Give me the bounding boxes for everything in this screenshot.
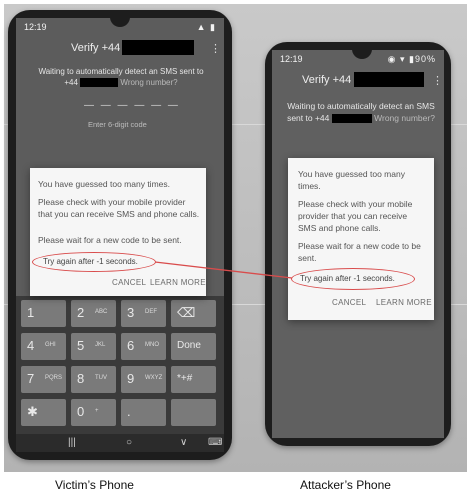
redacted-number-inline: [331, 114, 372, 124]
status-icons: ◉ ▾ ▮90%: [387, 54, 436, 64]
keypad-key[interactable]: 0 +: [71, 399, 116, 426]
key-digit: 0: [77, 404, 85, 419]
verify-title: Verify +44: [302, 74, 352, 86]
cancel-button[interactable]: CANCEL: [112, 278, 146, 287]
key-digit: .: [127, 404, 131, 419]
key-digit: Done: [177, 340, 201, 351]
waiting-line-2: +44 Wrong number?: [64, 78, 178, 88]
keypad-key[interactable]: 7 PQRS: [21, 366, 66, 393]
waiting-line-1: Waiting to automatically detect an SMS s…: [38, 67, 204, 76]
status-icons: ▲ ▮: [196, 22, 216, 32]
redacted-phone-number: [354, 72, 424, 87]
back-icon[interactable]: ∨: [180, 437, 187, 448]
victim-caption: Victim’s Phone: [55, 478, 134, 492]
attacker-status-bar: 12:19 ◉ ▾ ▮90%: [272, 50, 444, 68]
keypad-key[interactable]: ✱: [21, 399, 66, 426]
waiting-line-2: sent to +44 Wrong number?: [287, 113, 435, 124]
recents-icon[interactable]: |||: [68, 437, 76, 448]
dialog-too-many-guesses: You have guessed too many times.: [38, 179, 170, 189]
keypad-key[interactable]: 9 WXYZ: [121, 366, 166, 393]
dialog-check-provider: Please check with your mobile provider t…: [38, 197, 200, 219]
code-hint: Enter 6-digit code: [88, 120, 147, 129]
attacker-rate-limit-dialog: You have guessed too many times. Please …: [288, 158, 434, 320]
key-digit: 4: [27, 338, 35, 353]
key-digit: 6: [127, 338, 135, 353]
dialog-wait-new-code: Please wait for a new code to be sent.: [38, 235, 182, 245]
waiting-line-1: Waiting to automatically detect an SMS: [287, 101, 435, 111]
keypad-key[interactable]: .: [121, 399, 166, 426]
code-input[interactable]: — — — — — —: [84, 100, 180, 111]
keypad-key[interactable]: *+#: [171, 366, 216, 393]
redacted-phone-number: [122, 40, 194, 55]
more-options-icon[interactable]: ⋮: [432, 74, 443, 87]
retry-countdown-text: Try again after -1 seconds.: [300, 274, 395, 283]
key-digit: 2: [77, 305, 85, 320]
attacker-app-bar: Verify +44 ⋮: [272, 68, 444, 94]
key-digit: 8: [77, 371, 85, 386]
key-letters: PQRS: [45, 375, 63, 381]
key-letters: +: [95, 408, 99, 414]
retry-countdown-text: Try again after -1 seconds.: [43, 257, 138, 266]
attacker-caption: Attacker’s Phone: [300, 478, 391, 492]
navigation-bar: ||| ○ ∨ ⌨: [16, 434, 224, 452]
wrong-number-link[interactable]: Wrong number?: [374, 113, 435, 123]
key-digit: ⌫: [177, 305, 196, 320]
key-letters: DEF: [145, 309, 157, 315]
keypad-key[interactable]: 2 ABC: [71, 300, 116, 327]
key-digit: 1: [27, 305, 35, 320]
waiting-message: Waiting to automatically detect an SMS s…: [286, 100, 436, 124]
retry-annotation-circle: Try again after -1 seconds.: [291, 268, 415, 290]
wrong-number-link[interactable]: Wrong number?: [120, 78, 177, 87]
key-letters: ABC: [95, 309, 108, 315]
learn-more-button[interactable]: LEARN MORE: [376, 298, 432, 307]
keypad-key[interactable]: [171, 399, 216, 426]
verify-title: Verify +44: [71, 42, 121, 54]
waiting-message: Waiting to automatically detect an SMS s…: [26, 66, 216, 88]
victim-status-bar: 12:19 ▲ ▮: [16, 18, 224, 36]
key-digit: ✱: [27, 404, 38, 419]
victim-rate-limit-dialog: You have guessed too many times. Please …: [30, 168, 206, 296]
key-digit: 7: [27, 371, 35, 386]
retry-annotation-circle: Try again after -1 seconds.: [32, 252, 156, 272]
key-letters: TUV: [95, 375, 107, 381]
key-digit: 3: [127, 305, 135, 320]
keypad-key[interactable]: 1: [21, 300, 66, 327]
numeric-keypad: 1 2 ABC 3 DEF ⌫ 4 GHI 5 JKL 6 MNO Done 7 PQRS 8 TUV 9 WXYZ…: [16, 296, 224, 436]
home-icon[interactable]: ○: [126, 437, 132, 448]
learn-more-button[interactable]: LEARN MORE: [150, 278, 206, 287]
keypad-key[interactable]: 3 DEF: [121, 300, 166, 327]
status-time: 12:19: [24, 22, 47, 32]
keypad-key[interactable]: 4 GHI: [21, 333, 66, 360]
cancel-button[interactable]: CANCEL: [332, 298, 366, 307]
key-letters: GHI: [45, 342, 56, 348]
key-digit: 9: [127, 371, 135, 386]
victim-app-bar: Verify +44 ⋮: [16, 36, 224, 62]
dialog-check-provider: Please check with your mobile provider t…: [298, 199, 413, 233]
keypad-key[interactable]: 5 JKL: [71, 333, 116, 360]
key-letters: JKL: [95, 342, 106, 348]
more-options-icon[interactable]: ⋮: [210, 42, 221, 55]
key-letters: WXYZ: [145, 375, 163, 381]
dialog-wait-new-code: Please wait for a new code to be sent.: [298, 241, 421, 263]
keypad-key[interactable]: 8 TUV: [71, 366, 116, 393]
status-time: 12:19: [280, 54, 303, 64]
redacted-number-inline: [80, 78, 119, 88]
key-letters: MNO: [145, 342, 159, 348]
keypad-key[interactable]: Done: [171, 333, 216, 360]
dialog-too-many-guesses: You have guessed too many times.: [298, 169, 405, 191]
key-digit: 5: [77, 338, 85, 353]
keypad-key[interactable]: 6 MNO: [121, 333, 166, 360]
keypad-key[interactable]: ⌫: [171, 300, 216, 327]
key-digit: *+#: [177, 373, 193, 384]
keyboard-icon[interactable]: ⌨: [208, 437, 222, 448]
